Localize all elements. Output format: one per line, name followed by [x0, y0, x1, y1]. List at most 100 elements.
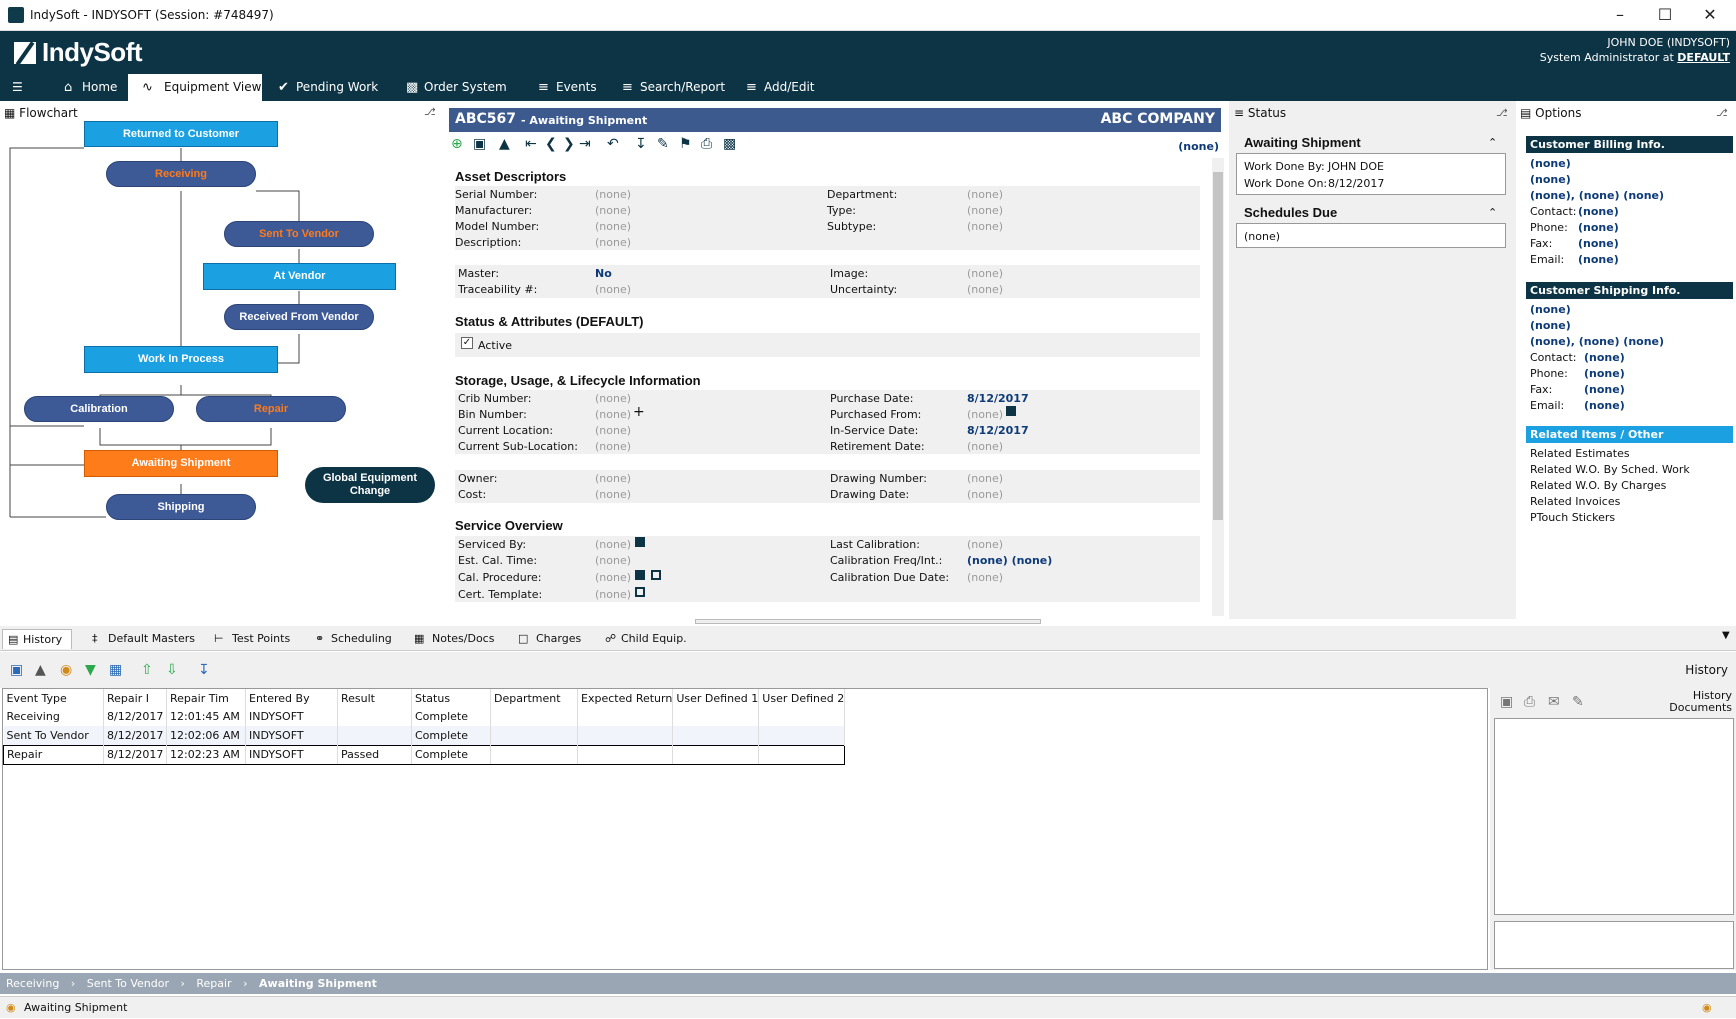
active-checkbox[interactable]: ✓	[461, 337, 473, 349]
type-value[interactable]: (none)	[967, 204, 1003, 217]
tab-child-equip[interactable]: ☍ Child Equip.	[601, 629, 693, 649]
col-repair-date[interactable]: Repair I	[103, 689, 167, 707]
notification-icon[interactable]: ◉	[1702, 997, 1712, 1019]
drawing-date-value[interactable]: (none)	[967, 488, 1003, 501]
breadcrumb-awaiting-shipment[interactable]: Awaiting Shipment	[259, 977, 377, 990]
owner-value[interactable]: (none)	[595, 472, 631, 485]
uncertainty-value[interactable]: (none)	[967, 283, 1003, 296]
manufacturer-value[interactable]: (none)	[595, 204, 631, 217]
serial-number-value[interactable]: (none)	[595, 188, 631, 201]
image-value[interactable]: (none)	[967, 267, 1003, 280]
tab-charges[interactable]: □ Charges	[516, 629, 588, 649]
master-value[interactable]: No	[595, 267, 612, 280]
menu-icon[interactable]: ☰	[6, 74, 32, 101]
doc-scan-icon[interactable]: ⎙	[1524, 694, 1535, 710]
doc-edit-icon[interactable]: ✎	[1572, 694, 1584, 710]
table-row[interactable]: Sent To Vendor 8/12/2017 12:02:06 AM IND…	[3, 726, 846, 745]
flow-node-returned-to-customer[interactable]: Returned to Customer	[84, 121, 278, 147]
col-expected-return[interactable]: Expected Return	[577, 689, 674, 707]
flow-node-calibration[interactable]: Calibration	[24, 396, 174, 422]
view-icon[interactable]: ▣	[10, 662, 23, 678]
doc-mail-icon[interactable]: ✉	[1548, 694, 1560, 710]
add-icon[interactable]: ⊕	[451, 136, 463, 152]
minimize-button[interactable]: –	[1600, 4, 1640, 26]
tab-scheduling[interactable]: ⚭ Scheduling	[311, 629, 401, 649]
col-event-type[interactable]: Event Type	[3, 689, 104, 707]
purchase-date-value[interactable]: 8/12/2017	[967, 392, 1029, 405]
tabs-overflow-icon[interactable]: ▼	[1722, 630, 1730, 641]
bookmark-add-icon[interactable]: ⚑	[679, 136, 692, 152]
breadcrumb-receiving[interactable]: Receiving	[6, 977, 59, 990]
cal-procedure-link-icon[interactable]	[635, 570, 645, 580]
subtype-value[interactable]: (none)	[967, 220, 1003, 233]
tab-default-masters[interactable]: ‡ Default Masters	[88, 629, 198, 649]
bin-add-icon[interactable]: +	[633, 404, 645, 420]
global-equipment-change-button[interactable]: Global Equipment Change	[305, 467, 435, 503]
calibration-due-date-value[interactable]: (none)	[967, 571, 1003, 584]
flow-node-shipping[interactable]: Shipping	[106, 494, 256, 520]
related-wo-charges-link[interactable]: Related W.O. By Charges	[1530, 479, 1666, 492]
breadcrumb-sent-to-vendor[interactable]: Sent To Vendor	[87, 977, 169, 990]
site-link[interactable]: DEFAULT	[1677, 51, 1730, 64]
flow-node-at-vendor[interactable]: At Vendor	[203, 263, 396, 290]
cal-procedure-value[interactable]: (none)	[595, 571, 631, 584]
horizontal-scrollbar[interactable]	[695, 619, 1041, 624]
serviced-by-value[interactable]: (none)	[595, 538, 631, 551]
serviced-by-link-icon[interactable]	[635, 537, 645, 547]
est-cal-time-value[interactable]: (none)	[595, 554, 631, 567]
nav-events[interactable]: ≡ Events	[534, 74, 604, 101]
purchased-from-value[interactable]: (none)	[967, 408, 1003, 421]
flow-node-work-in-process[interactable]: Work In Process	[84, 346, 278, 373]
breadcrumb-repair[interactable]: Repair	[196, 977, 231, 990]
save-icon[interactable]: ▩	[723, 136, 736, 152]
related-estimates-link[interactable]: Related Estimates	[1530, 447, 1630, 460]
flow-node-received-from-vendor[interactable]: Received From Vendor	[224, 304, 374, 330]
nav-add-edit[interactable]: ≡ Add/Edit	[742, 74, 822, 101]
crib-number-value[interactable]: (none)	[595, 392, 631, 405]
retirement-date-value[interactable]: (none)	[967, 440, 1003, 453]
nav-search-report[interactable]: ≡ Search/Report	[618, 74, 728, 101]
col-entered-by[interactable]: Entered By	[245, 689, 338, 707]
model-number-value[interactable]: (none)	[595, 220, 631, 233]
nav-order-system[interactable]: ▩ Order System	[402, 74, 510, 101]
flow-node-receiving[interactable]: Receiving	[106, 161, 256, 187]
related-invoices-link[interactable]: Related Invoices	[1530, 495, 1620, 508]
delete-icon[interactable]: ▲	[499, 136, 510, 152]
options-pin-icon[interactable]: ⎇	[1716, 108, 1728, 119]
cert-template-value[interactable]: (none)	[595, 588, 631, 601]
status-pin-icon[interactable]: ⎇	[1496, 108, 1508, 119]
previous-record-icon[interactable]: ❮	[545, 136, 557, 152]
col-repair-time[interactable]: Repair Tim	[166, 689, 246, 707]
calendar-icon[interactable]: ▣	[473, 136, 486, 152]
undo-icon[interactable]: ↶	[607, 136, 619, 152]
next-record-icon[interactable]: ❯	[563, 136, 575, 152]
table-row-selected[interactable]: Repair 8/12/2017 12:02:23 AM INDYSOFT Pa…	[3, 744, 846, 765]
import-icon[interactable]: ↧	[635, 136, 647, 152]
current-location-value[interactable]: (none)	[595, 424, 631, 437]
delete-icon[interactable]: ▲	[35, 662, 46, 678]
export-icon[interactable]: ↧	[198, 662, 210, 678]
tab-history[interactable]: ▤ History	[2, 629, 72, 649]
traceability-value[interactable]: (none)	[595, 283, 631, 296]
cost-value[interactable]: (none)	[595, 488, 631, 501]
cert-template-view-icon[interactable]	[635, 587, 645, 597]
last-calibration-value[interactable]: (none)	[967, 538, 1003, 551]
last-record-icon[interactable]: ⇥	[579, 136, 591, 152]
scrollbar-thumb[interactable]	[1213, 172, 1223, 520]
filter-icon[interactable]: ▼	[85, 662, 96, 678]
first-record-icon[interactable]: ⇤	[525, 136, 537, 152]
print-icon[interactable]: ⎙	[701, 136, 712, 152]
lock-icon[interactable]: ◉	[60, 662, 72, 678]
drawing-number-value[interactable]: (none)	[967, 472, 1003, 485]
move-up-icon[interactable]: ⇧	[141, 662, 153, 678]
bin-number-value[interactable]: (none)	[595, 408, 631, 421]
grid-icon[interactable]: ▦	[109, 662, 122, 678]
col-result[interactable]: Result	[337, 689, 412, 707]
in-service-date-value[interactable]: 8/12/2017	[967, 424, 1029, 437]
move-down-icon[interactable]: ⇩	[166, 662, 178, 678]
main-scrollbar[interactable]	[1212, 158, 1224, 616]
flow-node-sent-to-vendor[interactable]: Sent To Vendor	[224, 221, 374, 247]
department-value[interactable]: (none)	[967, 188, 1003, 201]
table-row[interactable]: Receiving 8/12/2017 12:01:45 AM INDYSOFT…	[3, 707, 846, 726]
col-user-defined-1[interactable]: User Defined 1	[672, 689, 760, 707]
